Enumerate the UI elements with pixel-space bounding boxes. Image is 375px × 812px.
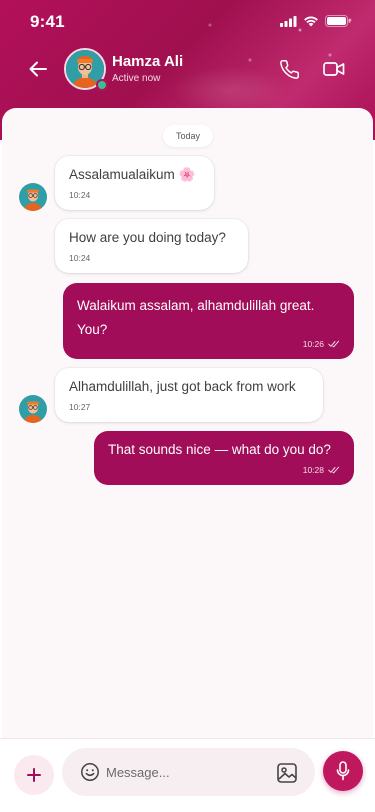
message-text-line: You? — [77, 322, 108, 337]
smile-icon[interactable] — [80, 762, 100, 782]
signal-icon — [280, 15, 297, 27]
date-separator: Today — [163, 125, 213, 147]
double-check-icon — [328, 340, 340, 348]
status-bar: 9:41 — [0, 0, 375, 44]
back-button[interactable] — [26, 57, 50, 81]
message-text-line: Walaikum assalam, alhamdulillah great. — [77, 298, 315, 313]
video-call-button[interactable] — [320, 56, 348, 82]
contact-avatar[interactable] — [64, 48, 108, 91]
video-icon — [323, 62, 345, 76]
message-bubble-incoming[interactable]: How are you doing today? 10:24 — [55, 219, 248, 273]
message-bubble-incoming[interactable]: Assalamualaikum 🌸 10:24 — [55, 156, 214, 210]
message-bubble-outgoing[interactable]: Walaikum assalam, alhamdulillah great. Y… — [63, 283, 354, 359]
status-time: 9:41 — [30, 12, 65, 31]
message-bubble-outgoing[interactable]: That sounds nice — what do you do? 10:28 — [94, 431, 354, 485]
message-meta: 10:28 — [303, 465, 340, 475]
phone-icon — [279, 59, 299, 79]
message-input[interactable] — [106, 748, 266, 796]
message-composer — [0, 738, 375, 812]
double-check-icon — [328, 466, 340, 474]
message-time: 10:26 — [302, 339, 324, 349]
online-indicator — [96, 79, 108, 91]
message-text: That sounds nice — what do you do? — [108, 442, 331, 457]
call-button[interactable] — [276, 56, 302, 82]
arrow-left-icon — [29, 61, 47, 77]
message-text: Alhamdulillah, just got back from work — [69, 379, 296, 394]
message-text: Assalamualaikum 🌸 — [69, 167, 196, 182]
date-label: Today — [175, 131, 201, 141]
wifi-icon — [304, 16, 318, 27]
message-bubble-incoming[interactable]: Alhamdulillah, just got back from work 1… — [55, 368, 323, 422]
contact-bar: Hamza Ali Active now — [0, 44, 375, 104]
battery-icon — [325, 15, 351, 27]
message-time: 10:27 — [69, 402, 91, 412]
message-text: How are you doing today? — [69, 230, 226, 245]
contact-status: Active now — [112, 73, 161, 84]
message-meta: 10:26 — [303, 339, 340, 349]
mic-icon — [336, 761, 350, 781]
message-time: 10:24 — [69, 190, 91, 200]
message-time: 10:24 — [69, 253, 91, 263]
add-attachment-button[interactable] — [14, 755, 54, 795]
chat-area[interactable]: Today Assalamualaikum 🌸 10:24 How are yo… — [2, 108, 373, 738]
image-icon[interactable] — [276, 762, 298, 784]
contact-name[interactable]: Hamza Ali — [112, 53, 183, 70]
voice-message-button[interactable] — [323, 751, 363, 791]
message-input-wrapper — [62, 748, 315, 796]
message-avatar[interactable] — [19, 183, 47, 211]
plus-icon — [27, 768, 41, 782]
message-avatar[interactable] — [19, 395, 47, 423]
message-time: 10:28 — [302, 465, 324, 475]
status-icons — [280, 15, 351, 27]
